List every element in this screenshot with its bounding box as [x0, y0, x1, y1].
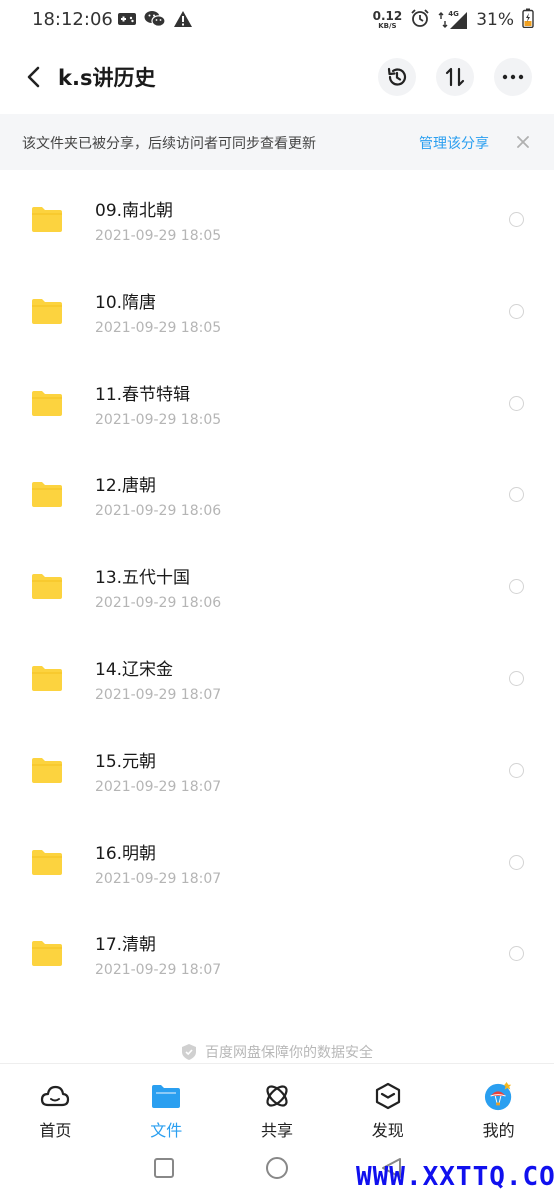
folder-name: 12.唐朝	[95, 476, 157, 497]
folder-icon	[32, 574, 62, 600]
sort-button[interactable]	[436, 58, 474, 96]
sort-icon	[445, 67, 465, 87]
folder-date: 2021-09-29 18:05	[95, 319, 222, 336]
net-speed-value: 0.12	[372, 9, 403, 23]
folder-icon	[151, 1081, 181, 1111]
folder-row[interactable]: 10.隋唐 2021-09-29 18:05	[0, 262, 554, 354]
folder-icon	[32, 941, 62, 967]
folder-date: 2021-09-29 18:06	[95, 595, 222, 612]
folder-row[interactable]: 12.唐朝 2021-09-29 18:06	[0, 445, 554, 537]
page-title: k.s讲历史	[58, 66, 156, 90]
nav-files-label: 文件	[150, 1121, 183, 1140]
wechat-icon	[144, 10, 166, 32]
select-checkbox[interactable]	[509, 395, 524, 411]
select-checkbox[interactable]	[509, 579, 524, 595]
folder-date: 2021-09-29 18:05	[95, 228, 222, 244]
gamepad-icon	[117, 10, 137, 32]
folder-icon	[32, 665, 62, 691]
nav-me[interactable]: 我的	[443, 1064, 554, 1145]
app-header: k.s讲历史	[0, 48, 554, 108]
close-icon	[517, 136, 529, 148]
history-icon	[387, 67, 407, 86]
nav-home-label: 首页	[39, 1121, 72, 1140]
folder-name: 11.春节特辑	[95, 384, 191, 405]
nav-share[interactable]: 共享	[222, 1064, 333, 1145]
folder-row[interactable]: 13.五代十国 2021-09-29 18:06	[0, 537, 554, 629]
safety-note-text: 百度网盘保障你的数据安全	[205, 1045, 373, 1061]
folder-icon	[32, 849, 62, 875]
folder-date: 2021-09-29 18:07	[95, 778, 222, 795]
network-type: 4G	[448, 10, 459, 18]
folder-row[interactable]: 09.南北朝 2021-09-29 18:05	[0, 170, 554, 262]
signal-icon: 4G	[438, 10, 468, 30]
folder-icon	[32, 482, 62, 508]
nav-home[interactable]: 首页	[0, 1064, 111, 1145]
folder-date: 2021-09-29 18:07	[95, 686, 222, 703]
close-banner-button[interactable]	[512, 131, 534, 153]
select-checkbox[interactable]	[509, 762, 524, 778]
safety-note: 百度网盘保障你的数据安全	[0, 1042, 554, 1062]
status-bar: 18:12:06 0.12 KB/S 4G 31%	[0, 0, 554, 40]
select-checkbox[interactable]	[509, 212, 524, 227]
alarm-icon	[410, 8, 430, 32]
select-checkbox[interactable]	[509, 854, 524, 870]
avatar-icon	[484, 1081, 514, 1111]
manage-share-link[interactable]: 管理该分享	[419, 133, 489, 153]
net-speed: 0.12 KB/S	[373, 10, 403, 30]
select-checkbox[interactable]	[509, 670, 524, 686]
back-button[interactable]	[18, 62, 48, 92]
shield-icon	[182, 1044, 196, 1060]
folder-row[interactable]: 17.清朝 2021-09-29 18:07	[0, 904, 554, 996]
folder-row[interactable]: 16.明朝 2021-09-29 18:07	[0, 813, 554, 905]
home-button[interactable]	[265, 1156, 289, 1184]
folder-name: 15.元朝	[95, 751, 157, 772]
folder-name: 16.明朝	[95, 843, 157, 864]
folder-name: 10.隋唐	[95, 292, 157, 313]
folder-date: 2021-09-29 18:07	[95, 870, 222, 887]
nav-discover[interactable]: 发现	[332, 1064, 443, 1145]
more-button[interactable]	[494, 58, 532, 96]
share-banner: 该文件夹已被分享，后续访问者可同步查看更新 管理该分享	[0, 114, 554, 170]
folder-icon	[32, 757, 62, 783]
select-checkbox[interactable]	[509, 946, 524, 962]
folder-icon	[32, 298, 62, 324]
file-list: 09.南北朝 2021-09-29 18:05 10.隋唐 2021-09-29…	[0, 170, 554, 996]
bottom-nav: 首页 文件 共享 发现 我的	[0, 1063, 554, 1145]
nav-me-label: 我的	[482, 1121, 515, 1140]
share-atom-icon	[262, 1081, 292, 1111]
battery-percent: 31%	[476, 10, 514, 30]
nav-discover-label: 发现	[371, 1121, 404, 1140]
folder-date: 2021-09-29 18:05	[95, 411, 222, 428]
select-checkbox[interactable]	[509, 303, 524, 319]
battery-charging-icon	[522, 8, 534, 32]
folder-name: 09.南北朝	[95, 201, 174, 221]
folder-name: 17.清朝	[95, 935, 157, 956]
folder-date: 2021-09-29 18:07	[95, 962, 222, 979]
nav-files[interactable]: 文件	[111, 1064, 222, 1145]
cloud-icon	[40, 1081, 70, 1111]
folder-icon	[32, 390, 62, 416]
nav-share-label: 共享	[260, 1121, 293, 1140]
folder-name: 14.辽宋金	[95, 659, 174, 680]
watermark: WWW.XXTTQ.COM	[356, 1162, 554, 1192]
warning-icon	[173, 10, 193, 32]
discover-cube-icon	[373, 1081, 403, 1111]
folder-row[interactable]: 11.春节特辑 2021-09-29 18:05	[0, 354, 554, 446]
folder-row[interactable]: 15.元朝 2021-09-29 18:07	[0, 721, 554, 813]
status-right: 0.12 KB/S 4G 31%	[373, 6, 534, 34]
folder-date: 2021-09-29 18:06	[95, 503, 222, 520]
circle-icon	[266, 1157, 288, 1179]
select-checkbox[interactable]	[509, 487, 524, 503]
back-arrow-icon	[27, 66, 40, 88]
folder-icon	[32, 207, 62, 232]
folder-row[interactable]: 14.辽宋金 2021-09-29 18:07	[0, 629, 554, 721]
history-button[interactable]	[378, 58, 416, 96]
square-icon	[154, 1158, 174, 1178]
more-dots-icon	[502, 74, 524, 80]
status-time: 18:12:06	[32, 9, 113, 30]
net-speed-unit: KB/S	[378, 22, 397, 30]
folder-name: 13.五代十国	[95, 568, 191, 589]
share-banner-text: 该文件夹已被分享，后续访问者可同步查看更新	[22, 136, 316, 152]
recents-button[interactable]	[153, 1157, 175, 1183]
